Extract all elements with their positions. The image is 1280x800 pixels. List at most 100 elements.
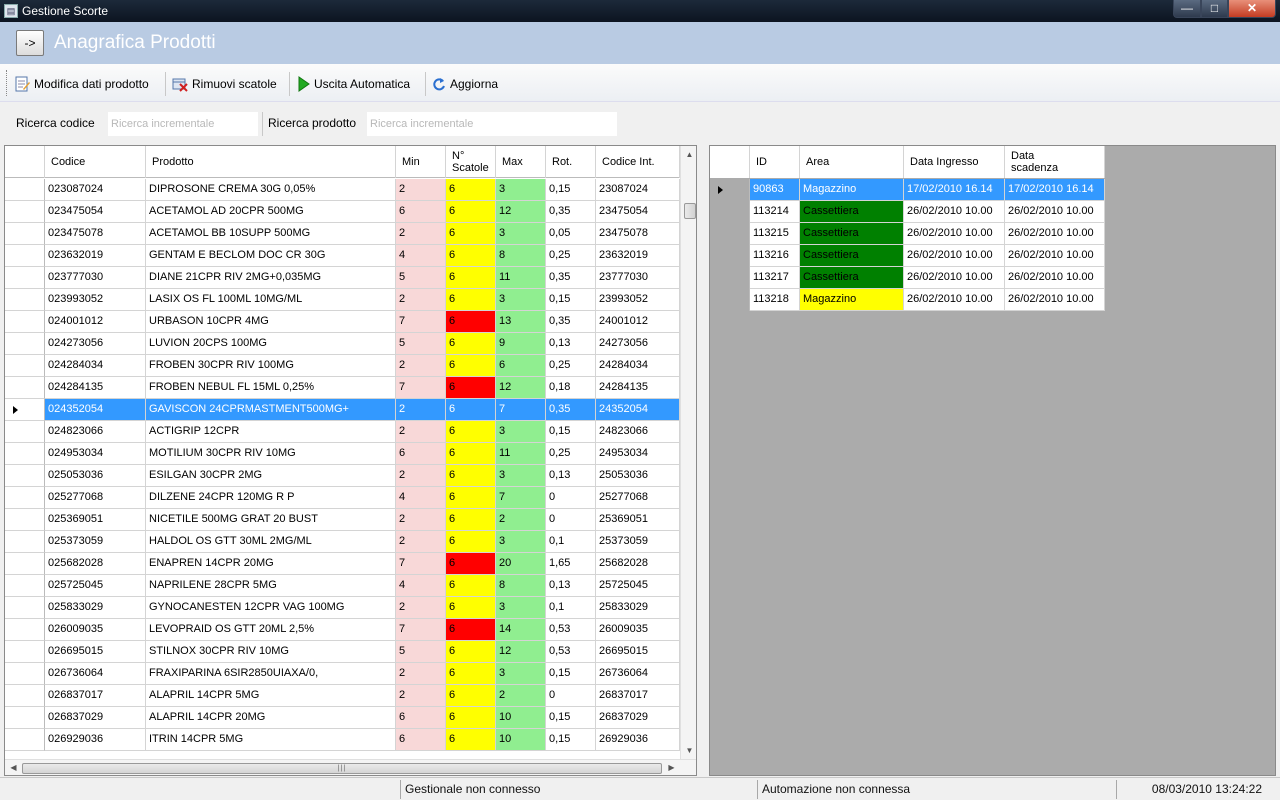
cell-min[interactable]: 5 xyxy=(396,641,446,663)
cell-prodotto[interactable]: LASIX OS FL 100ML 10MG/ML xyxy=(146,289,396,311)
cell-id[interactable]: 90863 xyxy=(750,179,800,201)
row-header[interactable] xyxy=(5,245,45,267)
cell-min[interactable]: 7 xyxy=(396,619,446,641)
close-button[interactable]: ✕ xyxy=(1228,0,1276,18)
cell-codice[interactable]: 023993052 xyxy=(45,289,146,311)
cell-min[interactable]: 5 xyxy=(396,333,446,355)
cell-max[interactable]: 12 xyxy=(496,377,546,399)
cell-int[interactable]: 26837029 xyxy=(596,707,680,729)
cell-codice[interactable]: 026009035 xyxy=(45,619,146,641)
toolbar-grip[interactable] xyxy=(6,70,9,96)
cell-scatole[interactable]: 6 xyxy=(446,685,496,707)
cell-area[interactable]: Cassettiera xyxy=(800,245,904,267)
code-search-input[interactable] xyxy=(108,112,258,136)
column-header-ingresso[interactable]: Data Ingresso xyxy=(904,146,1005,178)
row-header[interactable] xyxy=(5,553,45,575)
cell-min[interactable]: 2 xyxy=(396,465,446,487)
cell-int[interactable]: 23632019 xyxy=(596,245,680,267)
cell-min[interactable]: 6 xyxy=(396,443,446,465)
cell-scatole[interactable]: 6 xyxy=(446,201,496,223)
row-header[interactable] xyxy=(5,531,45,553)
cell-scadenza[interactable]: 26/02/2010 10.00 xyxy=(1005,201,1105,223)
row-header[interactable] xyxy=(5,487,45,509)
product-row[interactable]: 023475078 ACETAMOL BB 10SUPP 500MG 2 6 3 0,05… xyxy=(5,223,680,245)
cell-int[interactable]: 25833029 xyxy=(596,597,680,619)
cell-scatole[interactable]: 6 xyxy=(446,465,496,487)
cell-prodotto[interactable]: STILNOX 30CPR RIV 10MG xyxy=(146,641,396,663)
cell-area[interactable]: Cassettiera xyxy=(800,201,904,223)
row-header[interactable] xyxy=(710,245,750,267)
refresh-button[interactable]: Aggiorna xyxy=(432,74,498,94)
box-row[interactable]: 113218 Magazzino 26/02/2010 10.00 26/02/201… xyxy=(710,289,1105,311)
cell-int[interactable]: 24273056 xyxy=(596,333,680,355)
row-header[interactable] xyxy=(5,509,45,531)
product-row[interactable]: 024284034 FROBEN 30CPR RIV 100MG 2 6 6 0,25 24… xyxy=(5,355,680,377)
cell-max[interactable]: 10 xyxy=(496,729,546,751)
cell-scatole[interactable]: 6 xyxy=(446,333,496,355)
product-row[interactable]: 026837029 ALAPRIL 14CPR 20MG 6 6 10 0,15 26837… xyxy=(5,707,680,729)
box-row[interactable]: 113217 Cassettiera 26/02/2010 10.00 26/02/2… xyxy=(710,267,1105,289)
cell-prodotto[interactable]: ACTIGRIP 12CPR xyxy=(146,421,396,443)
cell-int[interactable]: 26736064 xyxy=(596,663,680,685)
cell-scatole[interactable]: 6 xyxy=(446,663,496,685)
auto-exit-button[interactable]: Uscita Automatica xyxy=(298,74,410,94)
cell-prodotto[interactable]: DIPROSONE CREMA 30G 0,05% xyxy=(146,179,396,201)
cell-scatole[interactable]: 6 xyxy=(446,179,496,201)
product-row[interactable]: 023993052 LASIX OS FL 100ML 10MG/ML 2 6 3 0,1… xyxy=(5,289,680,311)
cell-rot[interactable]: 0,53 xyxy=(546,619,596,641)
product-row[interactable]: 024823066 ACTIGRIP 12CPR 2 6 3 0,15 24823066 xyxy=(5,421,680,443)
cell-scadenza[interactable]: 17/02/2010 16.14 xyxy=(1005,179,1105,201)
product-row[interactable]: 023475054 ACETAMOL AD 20CPR 500MG 6 6 12 0,35… xyxy=(5,201,680,223)
cell-prodotto[interactable]: LUVION 20CPS 100MG xyxy=(146,333,396,355)
cell-codice[interactable]: 024273056 xyxy=(45,333,146,355)
cell-codice[interactable]: 023087024 xyxy=(45,179,146,201)
cell-min[interactable]: 6 xyxy=(396,729,446,751)
cell-scatole[interactable]: 6 xyxy=(446,641,496,663)
cell-area[interactable]: Cassettiera xyxy=(800,223,904,245)
cell-min[interactable]: 2 xyxy=(396,421,446,443)
cell-scatole[interactable]: 6 xyxy=(446,619,496,641)
column-header-min[interactable]: Min xyxy=(396,146,446,178)
column-header-prodotto[interactable]: Prodotto xyxy=(146,146,396,178)
cell-prodotto[interactable]: NAPRILENE 28CPR 5MG xyxy=(146,575,396,597)
cell-int[interactable]: 26009035 xyxy=(596,619,680,641)
cell-codice[interactable]: 024001012 xyxy=(45,311,146,333)
cell-codice[interactable]: 024953034 xyxy=(45,443,146,465)
cell-int[interactable]: 25373059 xyxy=(596,531,680,553)
cell-ingresso[interactable]: 26/02/2010 10.00 xyxy=(904,201,1005,223)
cell-codice[interactable]: 025725045 xyxy=(45,575,146,597)
maximize-button[interactable]: □ xyxy=(1201,0,1228,18)
cell-max[interactable]: 8 xyxy=(496,575,546,597)
cell-int[interactable]: 24001012 xyxy=(596,311,680,333)
remove-boxes-button[interactable]: Rimuovi scatole xyxy=(172,74,277,94)
cell-min[interactable]: 2 xyxy=(396,509,446,531)
cell-scatole[interactable]: 6 xyxy=(446,729,496,751)
boxes-grid[interactable]: ID Area Data Ingresso Data scadenza 90863 Ma… xyxy=(709,145,1276,776)
cell-scatole[interactable]: 6 xyxy=(446,267,496,289)
cell-codice[interactable]: 025369051 xyxy=(45,509,146,531)
row-header[interactable] xyxy=(5,663,45,685)
cell-rot[interactable]: 0,15 xyxy=(546,289,596,311)
current-row-indicator-icon[interactable] xyxy=(5,399,45,421)
cell-codice[interactable]: 025277068 xyxy=(45,487,146,509)
product-row[interactable]: 026837017 ALAPRIL 14CPR 5MG 2 6 2 0 26837017 xyxy=(5,685,680,707)
row-header[interactable] xyxy=(5,641,45,663)
row-header[interactable] xyxy=(5,707,45,729)
product-row[interactable]: 025369051 NICETILE 500MG GRAT 20 BUST 2 6 2 0… xyxy=(5,509,680,531)
product-row[interactable]: 024001012 URBASON 10CPR 4MG 7 6 13 0,35 240010… xyxy=(5,311,680,333)
cell-min[interactable]: 2 xyxy=(396,355,446,377)
row-header[interactable] xyxy=(5,201,45,223)
cell-min[interactable]: 5 xyxy=(396,267,446,289)
cell-max[interactable]: 20 xyxy=(496,553,546,575)
cell-id[interactable]: 113216 xyxy=(750,245,800,267)
cell-max[interactable]: 12 xyxy=(496,641,546,663)
cell-codice[interactable]: 025682028 xyxy=(45,553,146,575)
row-header[interactable] xyxy=(5,377,45,399)
cell-rot[interactable]: 0,35 xyxy=(546,399,596,421)
cell-int[interactable]: 23475054 xyxy=(596,201,680,223)
product-row[interactable]: 025682028 ENAPREN 14CPR 20MG 7 6 20 1,65 25682… xyxy=(5,553,680,575)
cell-min[interactable]: 2 xyxy=(396,531,446,553)
cell-scatole[interactable]: 6 xyxy=(446,707,496,729)
cell-prodotto[interactable]: ESILGAN 30CPR 2MG xyxy=(146,465,396,487)
column-header-max[interactable]: Max xyxy=(496,146,546,178)
